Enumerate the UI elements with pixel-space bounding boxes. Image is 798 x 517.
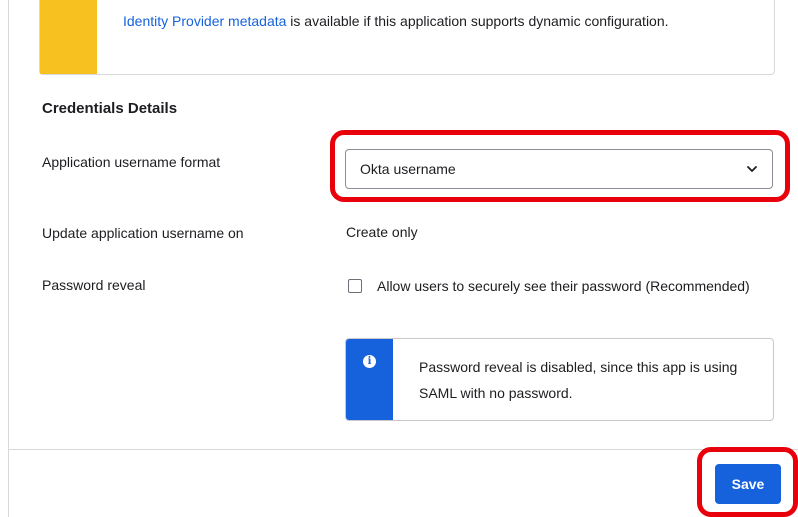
update-on-label: Update application username on (42, 225, 244, 241)
section-title: Credentials Details (42, 100, 178, 117)
username-format-value: Okta username (360, 161, 456, 177)
footer-divider (8, 449, 798, 450)
username-format-label: Application username format (42, 154, 221, 170)
notice-body: is available if this application support… (286, 13, 669, 29)
password-reveal-checkbox-label[interactable]: Allow users to securely see their passwo… (377, 274, 767, 298)
page-border (8, 0, 9, 517)
username-format-select[interactable]: Okta username (345, 149, 773, 189)
password-reveal-checkbox[interactable] (348, 279, 362, 293)
chevron-down-icon (747, 166, 757, 172)
password-reveal-label: Password reveal (42, 277, 146, 293)
password-reveal-info-box: i Password reveal is disabled, since thi… (345, 338, 774, 421)
info-icon: i (363, 355, 376, 368)
info-message: Password reveal is disabled, since this … (419, 359, 738, 401)
notice-accent-bar (40, 0, 97, 74)
info-accent-bar: i (346, 339, 393, 420)
update-on-value: Create only (346, 224, 418, 240)
save-button[interactable]: Save (715, 464, 781, 504)
metadata-notice: Identity Provider metadata is available … (39, 0, 775, 75)
identity-provider-metadata-link[interactable]: Identity Provider metadata (123, 13, 286, 29)
notice-text: Identity Provider metadata is available … (123, 9, 683, 34)
